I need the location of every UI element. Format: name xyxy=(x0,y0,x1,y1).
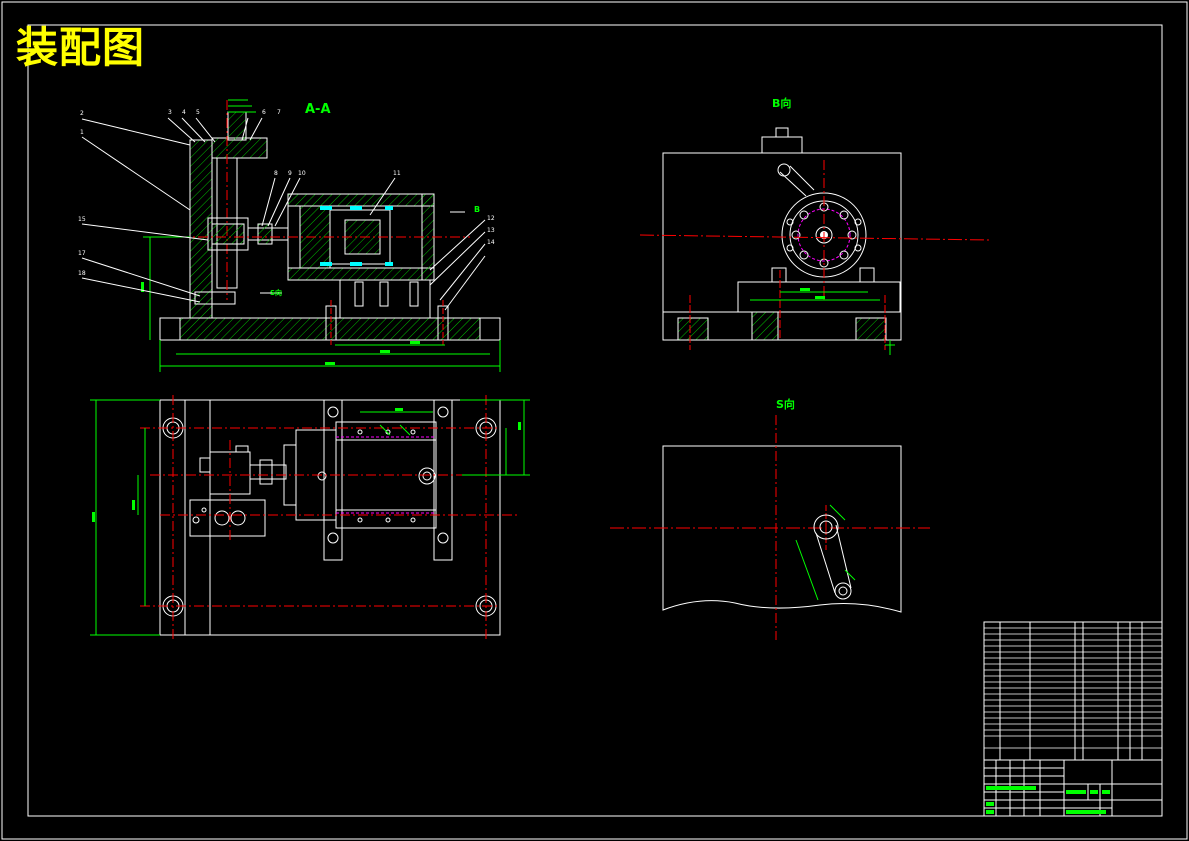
balloon-14: 14 xyxy=(487,239,495,246)
s-arrow-label: S向 xyxy=(270,289,283,297)
balloon-5: 5 xyxy=(196,109,200,116)
s-view-label: S向 xyxy=(776,398,795,411)
parts-list xyxy=(983,621,1163,761)
balloon-4: 4 xyxy=(182,109,186,116)
b-view xyxy=(639,127,991,355)
b-view-label: B向 xyxy=(772,97,792,110)
balloon-11: 11 xyxy=(393,170,401,177)
balloon-18: 18 xyxy=(78,270,86,277)
drawing-sheet: 2 1 15 17 18 3 4 5 6 7 8 9 10 11 12 13 1… xyxy=(1,1,1188,840)
drawing-title: 装配图 xyxy=(16,23,146,72)
balloon-10: 10 xyxy=(298,170,306,177)
section-view-aa xyxy=(81,99,501,372)
balloon-8: 8 xyxy=(274,170,278,177)
balloon-12: 12 xyxy=(487,215,495,222)
balloon-1: 1 xyxy=(80,129,84,136)
balloon-13: 13 xyxy=(487,227,495,234)
title-block xyxy=(983,759,1163,817)
balloon-9: 9 xyxy=(288,170,292,177)
s-view xyxy=(610,415,930,640)
b-arrow-label: B xyxy=(474,205,481,214)
balloon-7: 7 xyxy=(277,109,281,116)
plan-view xyxy=(90,395,530,640)
section-label: A-A xyxy=(305,102,331,117)
balloon-2: 2 xyxy=(80,110,84,117)
balloon-3: 3 xyxy=(168,109,172,116)
balloon-6: 6 xyxy=(262,109,266,116)
balloon-15: 15 xyxy=(78,216,86,223)
balloon-17: 17 xyxy=(78,250,86,257)
